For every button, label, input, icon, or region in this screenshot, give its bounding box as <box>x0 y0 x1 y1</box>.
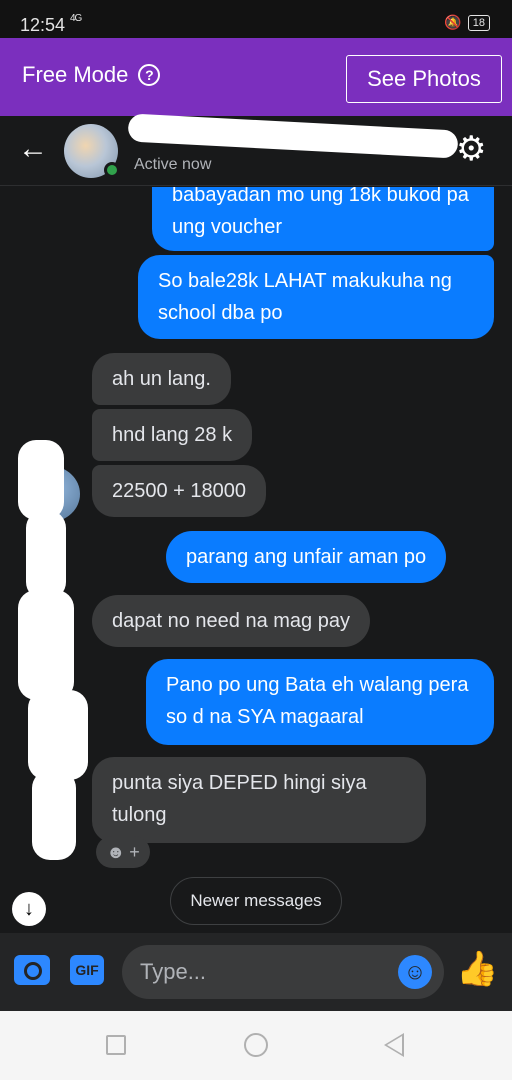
active-status: Active now <box>134 156 212 173</box>
message-input[interactable] <box>140 955 380 989</box>
emoji-icon[interactable]: ☺ <box>398 955 432 989</box>
message-bubble-incoming[interactable]: dapat no need na mag pay <box>92 595 370 647</box>
message-composer: GIF ☺ 👍 <box>0 933 512 1011</box>
gif-icon[interactable]: GIF <box>70 955 104 985</box>
smiley-icon: ☻ <box>106 841 126 862</box>
message-bubble-incoming[interactable]: ah un lang. <box>92 353 231 405</box>
help-icon[interactable]: ? <box>138 64 161 86</box>
redaction-scribble <box>18 440 88 860</box>
redacted-contact-name <box>127 113 459 159</box>
message-bubble-incoming[interactable]: punta siya DEPED hingi siya tulong <box>92 757 426 843</box>
see-photos-button[interactable]: See Photos <box>346 55 502 103</box>
back-button[interactable] <box>384 1033 404 1057</box>
mute-icon: 🔕 <box>444 14 462 30</box>
message-bubble-outgoing[interactable]: babayadan mo ung 18k bukod pa ung vouche… <box>152 187 494 251</box>
status-bar: 12:54 4G 🔕 18 <box>0 0 512 38</box>
gear-icon[interactable]: ⚙ <box>456 132 486 166</box>
message-bubble-incoming[interactable]: hnd lang 28 k <box>92 409 253 461</box>
message-bubble-outgoing[interactable]: Pano po ung Bata eh walang pera so d na … <box>146 659 494 745</box>
message-bubble-incoming[interactable]: 22500 + 18000 <box>92 465 267 517</box>
thumbs-up-icon[interactable]: 👍 <box>456 951 498 987</box>
free-mode-bar: Free Mode ? See Photos <box>0 38 512 116</box>
scroll-down-icon[interactable]: ↓ <box>12 892 46 926</box>
message-bubble-outgoing[interactable]: So bale28k LAHAT makukuha ng school dba … <box>138 255 494 339</box>
conversation-header: ← Active now ⚙ <box>0 113 512 186</box>
system-nav-bar <box>0 1011 512 1080</box>
free-mode-indicator[interactable]: Free Mode ? <box>22 62 161 88</box>
network-indicator: 4G <box>70 13 82 24</box>
online-indicator <box>104 162 120 178</box>
newer-messages-button[interactable]: Newer messages <box>170 877 342 925</box>
home-button[interactable] <box>244 1033 268 1057</box>
plus-icon: + <box>129 841 140 862</box>
battery-icon: 18 <box>467 14 490 31</box>
add-reaction-button[interactable]: ☻ + <box>96 836 150 868</box>
status-time: 12:54 <box>20 15 66 35</box>
back-arrow-icon[interactable]: ← <box>18 134 48 164</box>
status-icons: 🔕 18 <box>444 14 490 31</box>
free-mode-label: Free Mode <box>22 62 129 87</box>
message-input-container[interactable]: ☺ <box>122 945 444 999</box>
recents-button[interactable] <box>106 1035 126 1055</box>
message-bubble-outgoing[interactable]: parang ang unfair aman po <box>166 531 447 583</box>
camera-icon[interactable] <box>14 955 50 985</box>
